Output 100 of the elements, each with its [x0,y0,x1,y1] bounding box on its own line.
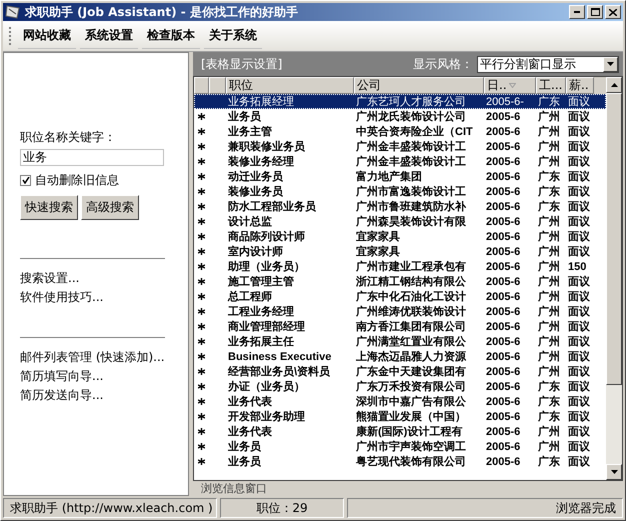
table-cell-text: 广州 [537,350,561,364]
table-cell-text: 南方香江集团有限公司 [355,320,467,334]
column-header[interactable]: 工... [536,77,566,94]
table-row[interactable]: 办证（业务员） 广东万禾投资有限公司 2005-6 广东 面议 [194,379,606,394]
table-cell-text: 广东金中天建设集团有 [355,364,467,379]
table-cell-text: 粤艺现代装饰有限公司 [355,454,467,469]
new-marker-icon [198,278,205,285]
table-cell-text: 广州市鲁班建筑防水补 [355,200,467,214]
table-cell-text: 助理（业务员） [226,260,306,274]
new-marker-icon [198,323,205,330]
table-cell-text: 面议 [567,320,591,334]
table-row[interactable]: 商品陈列设计师 宜家家具 2005-6 广州 面议 [194,229,606,244]
column-header[interactable]: 日.. [484,77,536,94]
table-cell-text: 广州 [537,140,561,154]
menu-item[interactable]: 关于系统 [204,23,262,49]
new-marker-icon [198,443,205,450]
table-cell-text: 广东艺珂人才服务公司 [355,94,467,109]
table-cell-text: 开发部业务助理 [227,410,306,424]
style-dropdown[interactable]: 平行分割窗口显示 [477,56,619,72]
table-cell-text: 办证（业务员） [226,380,306,394]
table-cell-text: 康新(国际)设计工程有 [355,424,464,439]
table-row[interactable]: 助理（业务员） 广州市建业工程承包有 2005-6 广州 150 [194,259,606,274]
search-button[interactable]: 高级搜索 [81,195,139,220]
column-header[interactable]: 职位 [226,77,354,94]
table-cell-text: 150 [567,260,588,272]
table-row[interactable]: 装修业务员 广州市富逸装饰设计工 2005-6 广东 面议 [194,184,606,199]
table-cell-text: 广州 [537,274,561,289]
table-cell-text: 广州市宇声装饰空调工 [355,440,467,454]
keyword-field[interactable]: 业务 [20,149,164,166]
table-cell-text: 广东 [537,94,561,109]
table-cell-text: 中英合资寿险企业（CIT [355,124,474,139]
scroll-down-icon [607,62,614,66]
minimize-button[interactable] [569,5,585,19]
table-row[interactable]: 装修业务经理 广州金丰盛装饰设计工 2005-6 广州 面议 [194,154,606,169]
table-row[interactable]: 施工管理主管 浙江精工钢结构有限公 2005-6 广州 面议 [194,274,606,289]
menu-item[interactable]: 系统设置 [80,23,138,49]
table-cell-text: 广州满堂红置业有限公 [355,334,467,349]
table-cell-text: 上海杰迈晶雅人力资源 [355,350,467,364]
table-row[interactable]: 动迁业务员 富力地产集团 2005-6 广东 面议 [194,169,606,184]
table-row[interactable]: 设计总监 广州森昊装饰设计有限 2005-6 广州 面议 [194,214,606,229]
table-row[interactable]: 商业管理部经理 南方香江集团有限公司 2005-6 广州 面议 [194,319,606,334]
table-row[interactable]: 兼职装修业务员 广州金丰盛装饰设计工 2005-6 广州 面议 [194,139,606,154]
table-settings-link[interactable]: [表格显示设置] [201,56,409,72]
new-marker-icon [198,203,205,210]
table-row[interactable]: 防水工程部业务员 广州市鲁班建筑防水补 2005-6 广东 面议 [194,199,606,214]
menu-item[interactable]: 检查版本 [142,23,200,49]
table-cell-text: 动迁业务员 [226,170,284,184]
column-header[interactable]: 薪.. [566,77,594,94]
dropdown-arrow-icon [610,470,618,474]
sidebar-link[interactable]: 搜索设置... [20,269,188,288]
table-cell-text: 广州 [537,154,561,169]
table-cell-text: 业务员 [227,454,262,469]
auto-delete-checkbox[interactable] [20,175,31,186]
maximize-icon [590,8,600,16]
new-marker-icon [198,383,205,390]
table-cell-text: 面议 [567,304,591,319]
table-row[interactable]: 室内设计师 宜家家具 2005-6 广州 面议 [194,244,606,259]
search-button[interactable]: 快速搜索 [20,195,78,220]
table-cell-text: 2005-6 [485,200,522,212]
column-header[interactable] [194,77,209,94]
table-cell-text: 面议 [567,424,591,439]
new-marker-icon [198,143,205,150]
table-row[interactable]: 业务员 广州龙氏装饰设计公司 2005-6 广州 面议 [194,109,606,124]
table-row[interactable]: 经营部业务员\资料员 广东金中天建设集团有 2005-6 广州 面议 [194,364,606,379]
table-cell-text: 2005-6 [485,156,522,168]
table-cell-text: 广州 [537,124,561,139]
table-row[interactable]: 业务主管 中英合资寿险企业（CIT 2005-6 广州 面议 [194,124,606,139]
table-row[interactable]: 业务拓展主任 广州满堂红置业有限公 2005-6 广州 面议 [194,334,606,349]
table-cell-text: 广州 [537,244,561,259]
new-marker-icon [198,368,205,375]
table-row[interactable]: Business Executive 上海杰迈晶雅人力资源 2005-6 广州 面议 [194,349,606,364]
close-button[interactable] [605,5,621,19]
table-row[interactable]: 总工程师 广东中化石油化工设计 2005-6 广州 面议 [194,289,606,304]
table-cell-text: 广东 [537,394,561,409]
table-row[interactable]: 业务员 广州市宇声装饰空调工 2005-6 广州 面议 [194,439,606,454]
table-cell-text: 广州金丰盛装饰设计工 [355,140,467,154]
table-cell-text: 业务员 [227,110,262,124]
sidebar-link[interactable]: 简历填写向导... [20,367,188,386]
sidebar-link[interactable]: 简历发送向导... [20,386,188,405]
sidebar-link[interactable]: 邮件列表管理 (快速添加)... [20,348,188,367]
menu-item[interactable]: 网站收藏 [18,23,76,49]
table-row[interactable]: 开发部业务助理 熊猫置业发展（中国） 2005-6 广东 面议 [194,409,606,424]
maximize-button[interactable] [587,5,603,19]
table-row[interactable]: 业务代表 深圳市中嘉广告有限公 2005-6 广东 面议 [194,394,606,409]
table-row[interactable]: 业务员 粤艺现代装饰有限公司 2005-6 广东 面议 [194,454,606,469]
scrollbar-thumb[interactable] [606,93,622,385]
table-cell-text: 面议 [567,380,591,394]
column-header[interactable]: 公司 [354,77,484,94]
new-marker-icon [198,218,205,225]
table-cell-text: 广州市建业工程承包有 [355,260,467,274]
table-row[interactable]: 业务拓展经理 广东艺珂人才服务公司 2005-6- 广东 面议 [194,94,606,109]
new-marker-icon [198,353,205,360]
table-cell-text: 面议 [567,350,591,364]
table-row[interactable]: 业务代表 康新(国际)设计工程有 2005-6 广州 面议 [194,424,606,439]
sidebar-link[interactable]: 软件使用技巧... [20,288,188,307]
table-cell-text: 2005-6 [485,260,522,272]
column-header[interactable] [209,77,226,94]
keyword-label: 职位名称关键字： [20,129,117,146]
table-cell-text: 面议 [567,290,591,304]
table-row[interactable]: 工程业务经理 广州维涛优联装饰设计 2005-6 广州 面议 [194,304,606,319]
